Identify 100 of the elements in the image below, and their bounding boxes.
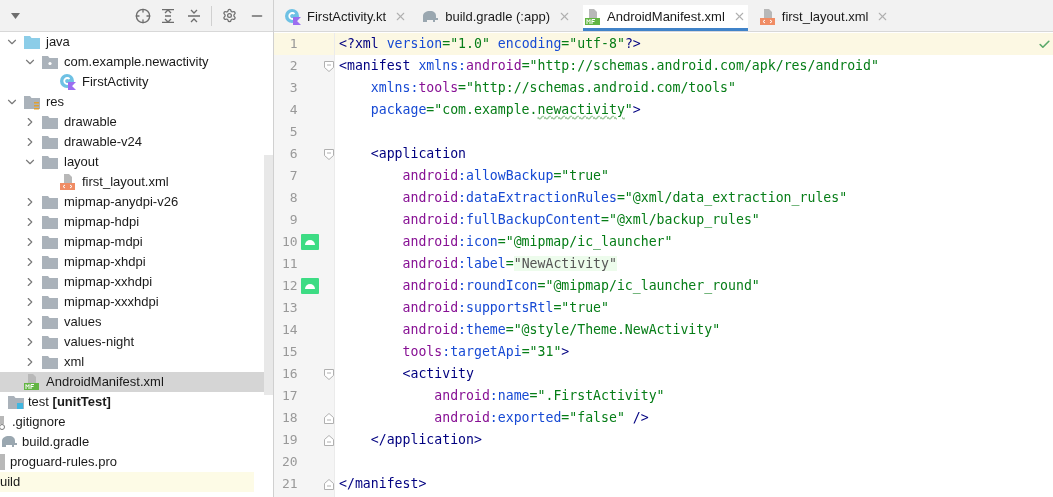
code-editor[interactable] [274, 32, 1053, 497]
line-number: 11 [280, 255, 298, 274]
code-line: xmlns:tools="http://schemas.android.com/tools" [369, 79, 736, 98]
folder-icon [42, 355, 58, 369]
tree-item[interactable]: mipmap-mdpi [0, 232, 264, 252]
folder-icon [24, 35, 40, 49]
folder-icon [42, 335, 58, 349]
line-number: 4 [288, 101, 298, 120]
line-number: 18 [280, 409, 298, 428]
file-icon [0, 454, 6, 470]
tree-item[interactable]: values-night [0, 332, 264, 352]
tree-item[interactable]: layout [0, 152, 264, 172]
tree-item[interactable]: mipmap-hdpi [0, 212, 264, 232]
folder-icon [42, 195, 58, 209]
line-number: 21 [280, 475, 298, 494]
layout-file-icon [60, 174, 76, 190]
package-icon [42, 55, 58, 69]
code-line: android:allowBackup="true" [401, 167, 609, 186]
tree-item[interactable]: AndroidManifest.xml [0, 372, 264, 392]
folder-icon [42, 255, 58, 269]
folder-icon [8, 395, 24, 409]
code-line: package="com.example.newactivity"> [369, 101, 641, 120]
line-number: 19 [280, 431, 298, 450]
tree-item[interactable]: .gitignore [0, 412, 264, 432]
tree-item[interactable]: test [unitTest] [0, 392, 264, 412]
line-number: 16 [280, 365, 298, 384]
tree-item[interactable]: drawable [0, 112, 264, 132]
manifest-file-icon [24, 374, 40, 390]
line-number: 5 [288, 123, 298, 142]
code-line: android:label="NewActivity" [401, 255, 617, 274]
fold-marker-icon[interactable] [323, 478, 334, 490]
fold-marker-icon[interactable] [323, 434, 334, 446]
line-number: 9 [288, 211, 298, 230]
line-number: 15 [280, 343, 298, 362]
tree-item[interactable]: FirstActivity [0, 72, 264, 92]
tree-item[interactable]: mipmap-xxhdpi [0, 272, 264, 292]
line-number: 3 [288, 79, 298, 98]
scrollbar[interactable] [264, 155, 273, 395]
fold-marker-icon[interactable] [323, 412, 334, 424]
tree-item[interactable]: res [0, 92, 264, 112]
collapse-all-icon[interactable] [187, 8, 201, 23]
layout-file-icon [759, 8, 776, 25]
code-line: android:name=".FirstActivity" [433, 387, 665, 406]
tree-item[interactable]: java [0, 32, 264, 52]
tree-item[interactable]: proguard-rules.pro [0, 452, 264, 472]
code-line: <activity [401, 365, 474, 384]
manifest-file-icon [585, 8, 601, 25]
editor-tab[interactable]: FirstActivity.kt [283, 5, 410, 31]
tree-item[interactable]: mipmap-xxxhdpi [0, 292, 264, 312]
folder-icon [42, 275, 58, 289]
editor-tab[interactable]: build.gradle (:app) [419, 5, 573, 31]
code-line: android:icon="@mipmap/ic_launcher" [401, 233, 673, 252]
code-line: <application [369, 145, 467, 164]
settings-icon[interactable] [222, 8, 237, 23]
line-number: 14 [280, 321, 298, 340]
line-number: 7 [288, 167, 298, 186]
line-number: 10 [280, 233, 298, 252]
code-line: android:fullBackupContent="@xml/backup_rules" [401, 211, 760, 230]
code-line: android:supportsRtl="true" [401, 299, 609, 318]
tree-item[interactable]: mipmap-xhdpi [0, 252, 264, 272]
editor-tab[interactable]: AndroidManifest.xml [583, 5, 748, 31]
kotlin-class-icon [285, 8, 301, 25]
resource-folder-icon [24, 94, 40, 110]
line-number: 8 [288, 189, 298, 208]
code-line: android:roundIcon="@mipmap/ic_launcher_round" [401, 277, 760, 296]
tree-item[interactable]: values [0, 312, 264, 332]
line-number: 12 [280, 277, 298, 296]
fold-marker-icon[interactable] [323, 368, 334, 380]
folder-icon [42, 135, 58, 149]
code-line: android:theme="@style/Theme.NewActivity" [401, 321, 721, 340]
line-number: 17 [280, 387, 298, 406]
folder-icon [42, 155, 58, 169]
code-line: <?xml version="1.0" encoding="utf-8"?> [339, 35, 641, 54]
ignore-file-icon [0, 414, 8, 430]
fold-marker-icon[interactable] [323, 148, 334, 160]
code-line: <manifest xmlns:android="http://schemas.android.com/apk/res/android" [339, 57, 879, 76]
folder-icon [42, 115, 58, 129]
line-number: 6 [288, 145, 298, 164]
tree-item[interactable]: mipmap-anydpi-v26 [0, 192, 264, 212]
elephant-icon [0, 435, 18, 449]
fold-marker-icon[interactable] [323, 60, 334, 72]
dropdown-caret-icon[interactable] [11, 12, 20, 19]
folder-icon [42, 215, 58, 229]
tree-item[interactable]: com.example.newactivity [0, 52, 264, 72]
folder-icon [42, 235, 58, 249]
line-number: 1 [288, 35, 298, 54]
tree-item[interactable]: drawable-v24 [0, 132, 264, 152]
editor-tab[interactable]: first_layout.xml [757, 5, 892, 31]
code-line: android:exported="false" /> [433, 409, 649, 428]
tree-item[interactable]: build.gradle [0, 432, 264, 452]
tree-item[interactable]: first_layout.xml [0, 172, 264, 192]
code-line: </application> [369, 431, 482, 450]
elephant-icon [421, 9, 440, 24]
tree-item[interactable]: xml [0, 352, 264, 372]
line-number: 13 [280, 299, 298, 318]
expand-all-icon[interactable] [161, 8, 175, 23]
locate-icon[interactable] [135, 7, 151, 24]
tree-item[interactable]: uild [0, 472, 254, 492]
code-line: </manifest> [339, 475, 427, 494]
inspection-ok-icon[interactable] [1038, 38, 1051, 51]
